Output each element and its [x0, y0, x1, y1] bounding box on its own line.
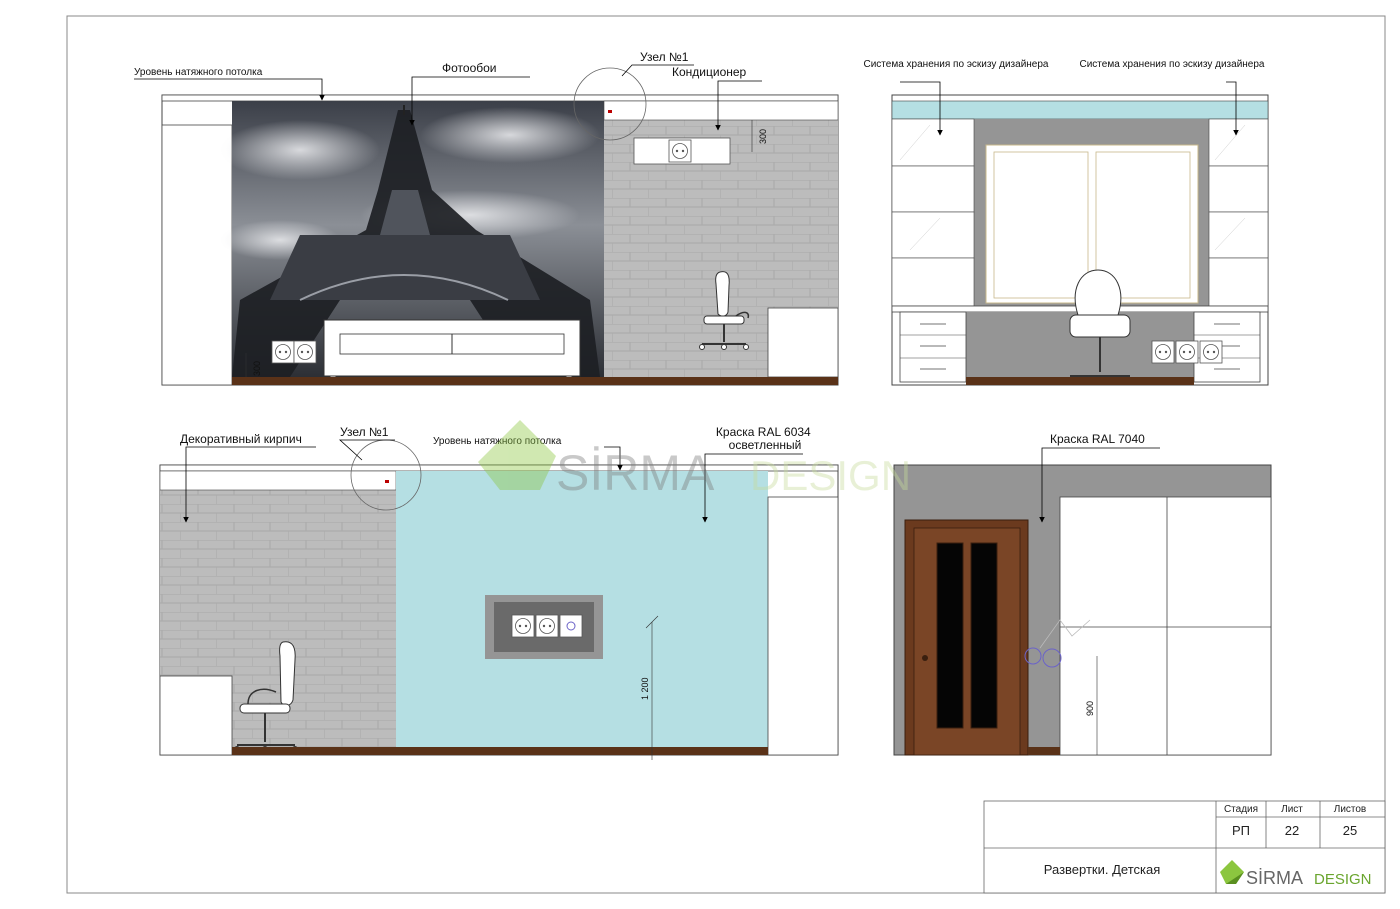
tb-sheet: 22 — [1285, 823, 1299, 838]
label-decorative-brick: Декоративный кирпич — [180, 432, 302, 446]
tb-sheets: 25 — [1343, 823, 1357, 838]
elevation-1: 300 300 — [161, 67, 839, 386]
label-storage-left: Система хранения по эскизу дизайнера — [864, 59, 1049, 70]
tv-panel — [485, 595, 603, 659]
label-ceiling-level-1: Уровень натяжного потолка — [134, 67, 263, 78]
wardrobe-left — [161, 124, 233, 386]
storage-right — [1208, 118, 1269, 307]
drawers-left — [899, 311, 967, 383]
sofa — [323, 319, 581, 385]
drawing-sheet: 300 300 Уровень натяжного потолка Фотооб… — [66, 15, 1386, 894]
tb-col-sheets: Листов — [1334, 804, 1367, 815]
air-conditioner — [633, 137, 731, 165]
dim-switch-height: 900 — [1085, 701, 1095, 716]
storage-left — [891, 118, 975, 307]
label-storage-right: Система хранения по эскизу дизайнера — [1080, 59, 1265, 70]
door — [904, 519, 1029, 756]
svg-text:SİRMA: SİRMA — [1246, 868, 1303, 888]
label-paint-ral-6034: Краска RAL 6034 осветленный — [716, 425, 814, 452]
dim-socket-height: 300 — [252, 361, 262, 376]
label-photo-wallpaper: Фотообои — [442, 61, 497, 75]
desk-1 — [767, 307, 839, 378]
elevation-2 — [891, 94, 1269, 386]
dim-ac-height: 300 — [758, 129, 768, 144]
label-node-1-bottom: Узел №1 — [340, 425, 389, 439]
svg-text:DESIGN: DESIGN — [1314, 871, 1372, 888]
title-block: Стадия Лист Листов РП 22 25 Развертки. Д… — [983, 800, 1386, 894]
tb-col-sheet: Лист — [1281, 804, 1303, 815]
tb-title: Развертки. Детская — [1044, 862, 1161, 877]
tb-col-stage: Стадия — [1224, 804, 1258, 815]
elevation-4: 900 — [893, 464, 1272, 756]
tb-stage: РП — [1232, 823, 1250, 838]
label-air-conditioner: Кондиционер — [672, 65, 747, 79]
dim-tv-socket-height: 1 200 — [640, 677, 650, 700]
label-node-1-top: Узел №1 — [640, 50, 689, 64]
label-paint-ral-7040: Краска RAL 7040 — [1050, 432, 1145, 446]
svg-text:DESIGN: DESIGN — [750, 452, 911, 499]
svg-text:SİRMA: SİRMA — [556, 445, 715, 501]
